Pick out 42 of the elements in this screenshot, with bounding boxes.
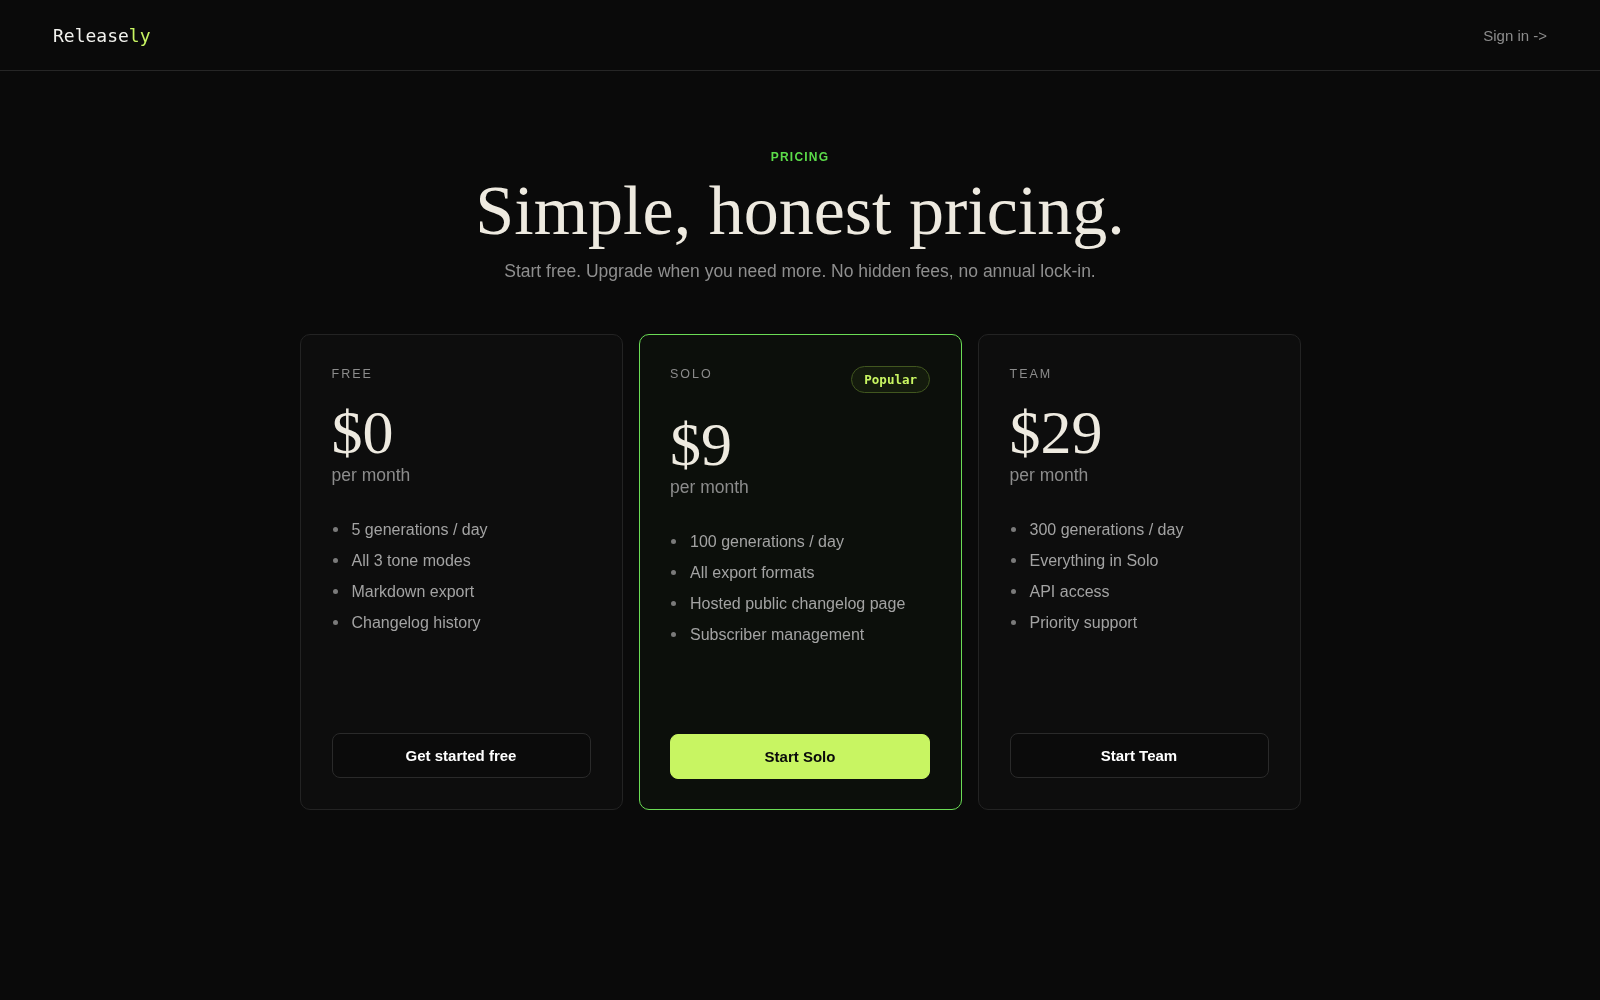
bullet-icon (671, 569, 676, 575)
plan-price: $0 (331, 401, 395, 463)
feature-item: All export formats (690, 562, 815, 583)
feature-item: API access (1029, 582, 1110, 602)
eyebrow-label: PRICING (770, 150, 830, 164)
logo[interactable]: Releasely (53, 24, 151, 46)
feature-item: 100 generations / day (690, 531, 844, 552)
feature-item: 5 generations / day (351, 520, 488, 540)
feature-item: Everything in Solo (1029, 551, 1159, 571)
feature-item: Subscriber management (690, 624, 865, 645)
bullet-icon (671, 631, 676, 637)
plan-name: TEAM (1009, 366, 1053, 381)
plan-cta-button[interactable]: Start Solo (670, 733, 930, 779)
popular-badge: Popular (851, 365, 930, 393)
bullet-icon (1010, 589, 1016, 594)
plan-price: $29 (1009, 401, 1104, 463)
bullet-icon (1010, 527, 1016, 532)
plan-cta-button[interactable]: Get started free (331, 733, 591, 778)
feature-item: All 3 tone modes (351, 551, 471, 571)
bullet-icon (332, 589, 338, 594)
plan-price: $9 (670, 412, 733, 475)
price-period: per month (331, 465, 412, 486)
bullet-icon (671, 600, 676, 606)
bullet-icon (671, 538, 676, 544)
price-period: per month (1009, 465, 1090, 486)
bullet-icon (332, 620, 338, 625)
feature-item: Hosted public changelog page (690, 593, 906, 614)
price-period: per month (670, 476, 750, 498)
page-title: Simple, honest pricing. (475, 172, 1125, 249)
bullet-icon (332, 558, 338, 563)
feature-item: Markdown export (351, 582, 475, 602)
bullet-icon (332, 527, 338, 532)
feature-item: 300 generations / day (1029, 520, 1184, 540)
bullet-icon (1010, 558, 1016, 563)
page-subtitle: Start free. Upgrade when you need more. No hidden fees, no annual lock-in. (504, 261, 1096, 282)
feature-item: Priority support (1029, 613, 1138, 633)
plan-name: SOLO (670, 365, 713, 381)
bullet-icon (1010, 620, 1016, 625)
feature-item: Changelog history (351, 613, 481, 633)
plan-name: FREE (331, 366, 373, 381)
plan-cta-button[interactable]: Start Team (1009, 733, 1269, 778)
sign-in-link[interactable]: Sign in -> (1483, 26, 1547, 44)
